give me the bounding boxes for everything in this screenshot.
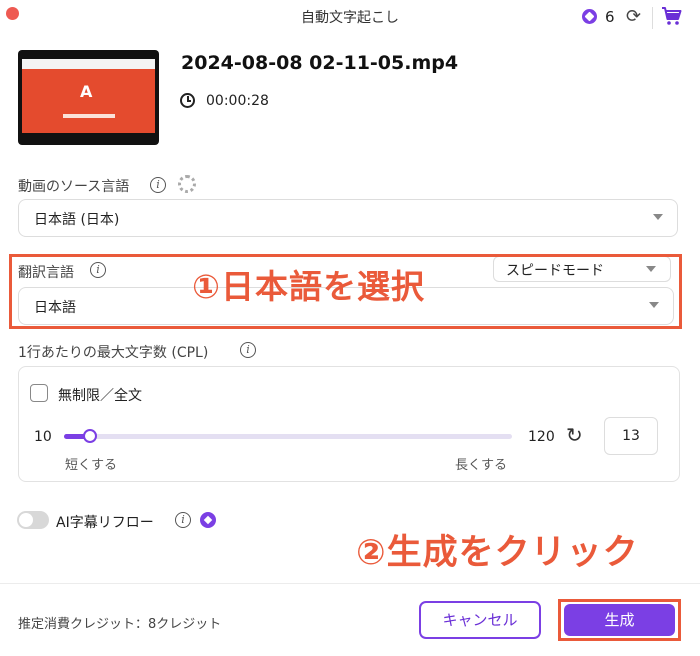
source-language-select[interactable]: 日本語 (日本) — [18, 199, 678, 237]
media-filename: 2024-08-08 02-11-05.mp4 — [181, 52, 459, 74]
video-thumbnail: A — [18, 50, 159, 145]
slider-max-label: 120 — [528, 429, 555, 445]
refresh-credits-icon[interactable]: ⟳ — [626, 6, 641, 27]
ai-reflow-info-icon[interactable]: i — [175, 512, 191, 528]
source-language-label: 動画のソース言語 — [18, 179, 130, 195]
cpl-slider[interactable] — [64, 429, 512, 443]
unlimited-label: 無制限／全文 — [58, 388, 142, 404]
loading-spinner-icon — [178, 175, 196, 193]
source-language-value: 日本語 (日本) — [34, 212, 120, 228]
estimated-credits: 推定消費クレジット：8クレジット — [18, 617, 222, 632]
ai-reflow-label: AI字幕リフロー — [56, 515, 154, 531]
shorter-label: 短くする — [65, 458, 118, 473]
credit-count: 6 — [605, 8, 615, 26]
thumbnail-logo: A — [80, 82, 93, 101]
annotation-step2: ②生成をクリック — [356, 533, 639, 573]
cart-icon[interactable] — [661, 6, 683, 26]
cpl-label: 1行あたりの最大文字数 (CPL) — [18, 345, 209, 361]
chevron-down-icon — [653, 214, 663, 220]
divider — [652, 7, 653, 29]
slider-thumb[interactable] — [83, 429, 97, 443]
cpl-info-icon[interactable]: i — [240, 342, 256, 358]
credit-icon — [582, 9, 597, 24]
thumbnail-browser-bar — [22, 59, 155, 69]
clock-icon — [180, 93, 195, 108]
footer-divider — [0, 583, 700, 584]
title-bar: 自動文字起こし 6 ⟳ — [0, 0, 700, 34]
reset-icon[interactable]: ↻ — [566, 423, 583, 447]
slider-min-label: 10 — [34, 429, 52, 445]
source-language-info-icon[interactable]: i — [150, 177, 166, 193]
generate-button[interactable]: 生成 — [564, 604, 675, 636]
thumbnail-caption — [63, 114, 115, 118]
unlimited-checkbox[interactable] — [30, 384, 48, 402]
longer-label: 長くする — [455, 458, 508, 473]
cpl-value-input[interactable]: 13 — [604, 417, 658, 455]
ai-reflow-toggle[interactable] — [17, 511, 49, 529]
cancel-button[interactable]: キャンセル — [419, 601, 541, 639]
annotation-step1: ①日本語を選択 — [192, 267, 425, 306]
premium-icon — [200, 512, 216, 528]
slider-track — [64, 434, 512, 439]
thumbnail-content — [22, 69, 155, 133]
media-duration: 00:00:28 — [206, 93, 269, 109]
